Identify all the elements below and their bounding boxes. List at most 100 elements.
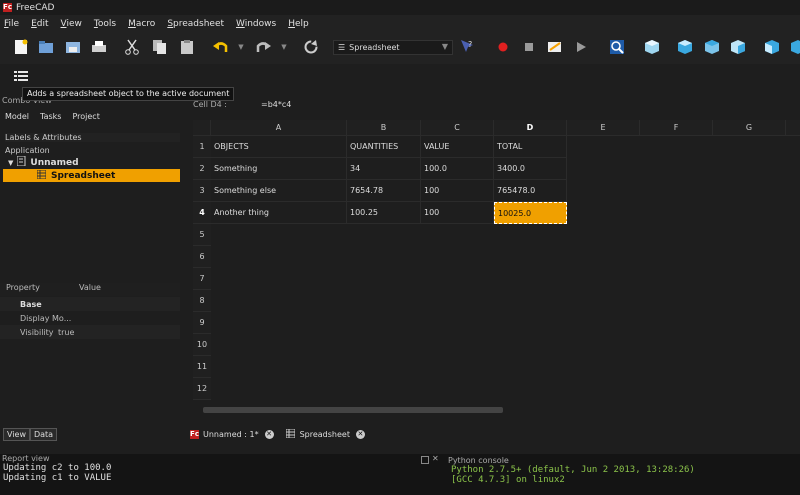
bottom-view-icon[interactable]: [790, 39, 800, 55]
menu-spreadsheet[interactable]: Spreadsheet: [167, 19, 224, 29]
redo-icon[interactable]: [255, 39, 271, 55]
horizontal-scrollbar[interactable]: [203, 407, 503, 413]
cell-d4-active[interactable]: 10025.0: [494, 202, 567, 224]
paste-icon[interactable]: [179, 39, 195, 55]
cut-icon[interactable]: [124, 39, 140, 55]
row-header[interactable]: 5: [193, 224, 211, 246]
create-spreadsheet-icon[interactable]: [13, 69, 29, 85]
row-header[interactable]: 8: [193, 290, 211, 312]
value-column-header: Value: [79, 283, 101, 292]
row-header[interactable]: 11: [193, 356, 211, 378]
grid-corner[interactable]: [193, 120, 211, 136]
edit-macro-icon[interactable]: [547, 39, 563, 55]
workbench-selector[interactable]: ☰ Spreadsheet ▼: [333, 40, 453, 55]
play-macro-icon[interactable]: [573, 39, 589, 55]
report-view-title: Report view: [2, 454, 50, 463]
property-name: Display Mo...: [20, 313, 72, 323]
front-view-icon[interactable]: [677, 39, 693, 55]
close-icon[interactable]: ✕: [355, 429, 365, 439]
open-folder-icon[interactable]: [38, 39, 54, 55]
tab-view[interactable]: View: [3, 428, 30, 441]
column-header[interactable]: A: [211, 120, 347, 136]
expand-arrow-icon[interactable]: ▼: [8, 159, 13, 167]
cell-b2[interactable]: 34: [347, 158, 421, 180]
column-header[interactable]: [786, 120, 800, 136]
close-icon[interactable]: ✕: [432, 454, 439, 463]
menu-edit[interactable]: Edit: [31, 19, 48, 29]
tab-data[interactable]: Data: [29, 428, 58, 441]
float-icon[interactable]: [421, 456, 429, 464]
cell-d2[interactable]: 3400.0: [494, 158, 567, 180]
cell-d1[interactable]: TOTAL: [494, 136, 567, 158]
menu-windows[interactable]: Windows: [236, 19, 276, 29]
isometric-view-icon[interactable]: [644, 39, 660, 55]
print-icon[interactable]: [91, 39, 107, 55]
tab-model[interactable]: Model: [5, 112, 29, 128]
cell-b1[interactable]: QUANTITIES: [347, 136, 421, 158]
undo-dropdown-icon[interactable]: ▼: [236, 39, 246, 55]
row-header[interactable]: 1: [193, 136, 211, 158]
document-tabs: Fc Unnamed : 1* ✕ Spreadsheet ✕: [190, 426, 377, 442]
property-tabs: View Data: [3, 428, 58, 441]
cell-d3[interactable]: 765478.0: [494, 180, 567, 202]
cell-a4[interactable]: Another thing: [211, 202, 347, 224]
rear-view-icon[interactable]: [764, 39, 780, 55]
tab-document-unnamed[interactable]: Fc Unnamed : 1* ✕: [190, 429, 274, 439]
tab-tasks[interactable]: Tasks: [40, 112, 61, 128]
new-document-icon[interactable]: [13, 39, 29, 55]
whats-this-icon[interactable]: ?: [459, 39, 475, 55]
close-icon[interactable]: ✕: [264, 429, 274, 439]
row-header[interactable]: 6: [193, 246, 211, 268]
column-header[interactable]: F: [640, 120, 713, 136]
property-row[interactable]: Visibility true: [0, 325, 180, 339]
zoom-fit-icon[interactable]: [609, 39, 625, 55]
cell-c2[interactable]: 100.0: [421, 158, 494, 180]
right-view-icon[interactable]: [730, 39, 746, 55]
row-header[interactable]: 4: [193, 202, 211, 224]
column-header[interactable]: G: [713, 120, 786, 136]
stop-macro-icon[interactable]: [521, 39, 537, 55]
menu-tools[interactable]: Tools: [94, 19, 116, 29]
save-icon[interactable]: [65, 39, 81, 55]
row-header[interactable]: 10: [193, 334, 211, 356]
row-header[interactable]: 7: [193, 268, 211, 290]
cell-formula-input[interactable]: =b4*c4: [261, 100, 291, 109]
row-header[interactable]: 12: [193, 378, 211, 400]
menu-macro[interactable]: Macro: [128, 19, 155, 29]
cell-a3[interactable]: Something else: [211, 180, 347, 202]
cell-c1[interactable]: VALUE: [421, 136, 494, 158]
cell-c4[interactable]: 100: [421, 202, 494, 224]
redo-dropdown-icon[interactable]: ▼: [279, 39, 289, 55]
property-group-base[interactable]: Base: [0, 297, 180, 311]
tab-project[interactable]: Project: [72, 112, 99, 128]
column-header[interactable]: D: [494, 120, 567, 136]
cell-b4[interactable]: 100.25: [347, 202, 421, 224]
property-row[interactable]: Display Mo...: [0, 311, 180, 325]
python-console[interactable]: ✕ Python console Python 2.7.5+ (default,…: [418, 454, 800, 495]
row-header[interactable]: 9: [193, 312, 211, 334]
spreadsheet-grid[interactable]: A B C D E F G 1 2 3 4 5 6 7 8 9 10 11 12…: [193, 120, 800, 408]
python-line: [GCC 4.7.3] on linux2: [451, 475, 565, 485]
freecad-document-icon: Fc: [190, 429, 199, 439]
cell-b3[interactable]: 7654.78: [347, 180, 421, 202]
column-header[interactable]: B: [347, 120, 421, 136]
column-header[interactable]: E: [567, 120, 640, 136]
row-header[interactable]: 3: [193, 180, 211, 202]
cell-c3[interactable]: 100: [421, 180, 494, 202]
menu-file[interactable]: File: [4, 19, 19, 29]
tree-item-spreadsheet[interactable]: Spreadsheet: [3, 169, 180, 182]
column-header[interactable]: C: [421, 120, 494, 136]
undo-icon[interactable]: [213, 39, 229, 55]
tree-item-document[interactable]: ▼ Unnamed: [0, 155, 182, 169]
refresh-icon[interactable]: [303, 39, 319, 55]
menu-view[interactable]: View: [61, 19, 82, 29]
menu-help[interactable]: Help: [288, 19, 309, 29]
top-view-icon[interactable]: [704, 39, 720, 55]
copy-icon[interactable]: [152, 39, 168, 55]
row-header[interactable]: 2: [193, 158, 211, 180]
tab-document-spreadsheet[interactable]: Spreadsheet ✕: [285, 428, 365, 440]
cell-a2[interactable]: Something: [211, 158, 347, 180]
record-macro-icon[interactable]: [495, 39, 511, 55]
cell-a1[interactable]: OBJECTS: [211, 136, 347, 158]
spreadsheet-icon: [285, 428, 296, 440]
